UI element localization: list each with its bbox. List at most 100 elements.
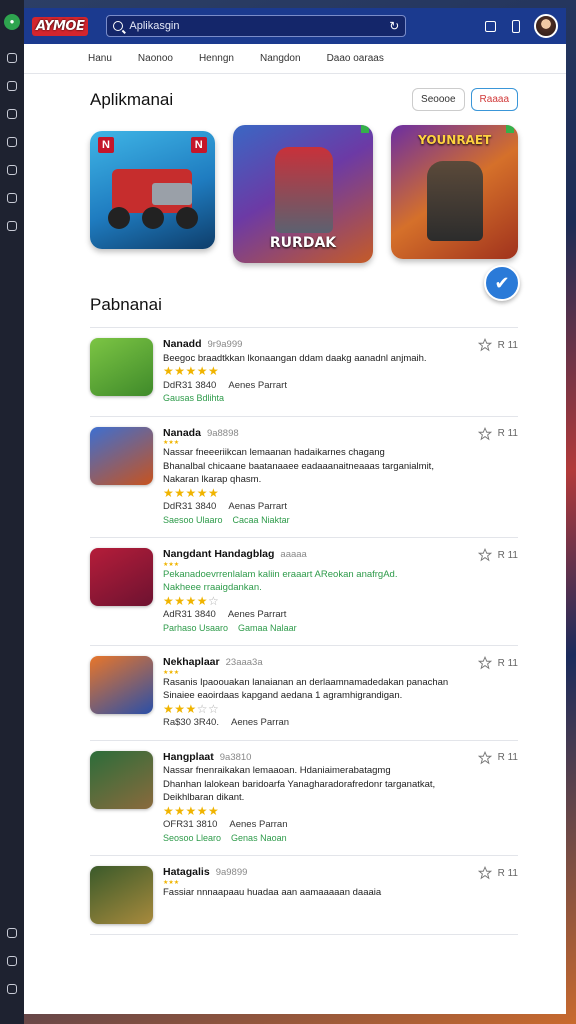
device-icon[interactable] [512, 19, 520, 33]
list-item[interactable]: Nangdant Handagblag aaaaa ★★★ Pekanadoevrre… [90, 538, 518, 646]
search-input[interactable]: Aplikasgin ↻ [106, 15, 407, 37]
rail-icon-bottom-1[interactable] [7, 928, 17, 938]
featured-card-robot[interactable]: RURDAK [232, 125, 374, 263]
app-icon[interactable] [90, 548, 153, 606]
tab-2[interactable]: Naonoo [138, 53, 173, 64]
favorite-control[interactable]: R 11 [477, 866, 518, 880]
rating-count: R 11 [497, 549, 518, 561]
list-item[interactable]: Hatagalis 9a9899 ★★★ Fassiar nnnaapaau huad… [90, 856, 518, 935]
nav-tabs: Hanu Naonoo Henngn Nangdon Daao oaraas [24, 44, 566, 74]
favorite-star-icon[interactable] [477, 866, 492, 880]
list-item[interactable]: Nanadd 9r9a999 Beegoc braadtkkan lkonaanga… [90, 328, 518, 417]
star-rating: ★★★★★ [163, 364, 220, 378]
rail-icon-6[interactable] [7, 193, 17, 203]
app-icon[interactable] [90, 866, 153, 924]
avatar[interactable] [534, 14, 558, 38]
rail-icon-7[interactable] [7, 221, 17, 231]
app-description: Bhanalbal chicaane baatanaaee eadaaanait… [163, 460, 434, 472]
favorite-control[interactable]: R 11 [477, 656, 518, 670]
rail-icon-3[interactable] [7, 109, 17, 119]
wheel-art [108, 207, 130, 229]
app-tag[interactable]: Genas Naoan [231, 833, 287, 843]
highlight-button[interactable]: Raaaa [470, 88, 518, 111]
app-tag[interactable]: Saesoo Ulaaro [163, 515, 223, 525]
app-meta: 9a8898 [206, 427, 239, 439]
tab-3[interactable]: Henngn [199, 53, 234, 64]
app-tag[interactable]: Parhaso Usaaro [163, 623, 228, 633]
featured-card-truck[interactable]: N N [90, 131, 215, 249]
list-item[interactable]: Nanada 9a8898 ★★★ Nassar fneeeriikcan lemaa… [90, 417, 518, 538]
app-launcher-icon[interactable]: ● [4, 14, 20, 30]
rail-icon-1[interactable] [7, 53, 17, 63]
app-tag[interactable]: Gamaa Nalaar [238, 623, 297, 633]
rail-icon-2[interactable] [7, 81, 17, 91]
card-banner: YOUNRAET [418, 133, 492, 147]
rail-icon-4[interactable] [7, 137, 17, 147]
rail-icon-bottom-3[interactable] [7, 984, 17, 994]
rating-count: R 11 [497, 657, 518, 669]
checkmark-icon[interactable]: ✔ [484, 265, 520, 301]
star-rating: ★★★★★ [163, 485, 220, 500]
robot-art [274, 147, 333, 233]
rail-icon-5[interactable] [7, 165, 17, 175]
favorite-control[interactable]: R 11 [477, 548, 518, 562]
app-developer[interactable]: Aenes Parrart [228, 609, 287, 620]
app-developer[interactable]: Aenas Parrart [228, 501, 287, 512]
refresh-icon[interactable]: ↻ [389, 19, 399, 33]
app-developer[interactable]: Aenes Parrart [228, 380, 287, 391]
favorite-star-icon[interactable] [477, 656, 492, 670]
price-dev-line: OFR31 3810 Aenes Parran [163, 818, 518, 832]
app-details: Hangplaat 9a3810 Nassar fnenraikakan lemaa… [163, 751, 518, 846]
list-item[interactable]: Nekhaplaar 23aaa3a ★★★ Rasanis Ipaoouakan l… [90, 646, 518, 741]
app-price: DdR31 3840 [163, 501, 217, 512]
favorite-star-icon[interactable] [477, 548, 492, 562]
card-banner: RURDAK [269, 235, 337, 251]
list-item[interactable]: Hangplaat 9a3810 Nassar fnenraikakan lemaa… [90, 741, 518, 856]
app-name[interactable]: Nekhaplaar [163, 656, 220, 668]
card-corner-right: N [190, 137, 207, 153]
tab-1[interactable]: Hanu [88, 53, 112, 64]
star-rating: ★★★★★ [163, 803, 220, 818]
favorite-control[interactable]: R 11 [477, 338, 518, 352]
app-icon[interactable] [90, 750, 153, 809]
app-meta: 9a3810 [219, 751, 252, 763]
app-name[interactable]: Hangplaat [163, 751, 214, 763]
app-name[interactable]: Hatagalis [163, 866, 210, 878]
app-icon[interactable] [90, 656, 153, 714]
tab-5[interactable]: Daao oaraas [327, 53, 384, 64]
app-meta: 23aaa3a [225, 657, 263, 668]
app-name[interactable]: Nangdant Handagblag [163, 548, 274, 560]
app-name[interactable]: Nanadd [163, 338, 202, 350]
filter-button[interactable]: Seoooe [412, 88, 465, 111]
app-tag[interactable]: Cacaa Niaktar [233, 515, 290, 525]
app-tag[interactable]: Seosoo Llearo [163, 833, 221, 843]
app-meta: 9a9899 [215, 867, 248, 878]
app-description: Fassiar nnnaapaau huadaa aan aamaaaaan d… [163, 886, 382, 898]
list-section-title: Pabnanai [90, 295, 518, 328]
featured-card-soldier[interactable]: YOUNRAET [391, 125, 518, 259]
app-description: Dhanhan lalokean baridoarfa Yanagharador… [163, 778, 436, 790]
app-price: DdR31 3840 [163, 379, 217, 391]
favorite-star-icon[interactable] [477, 426, 492, 441]
app-name[interactable]: Nanada [163, 427, 201, 439]
brand-logo[interactable]: AYMOE [32, 16, 89, 36]
favorite-star-icon[interactable] [477, 338, 492, 352]
app-developer[interactable]: Aenes Parran [231, 717, 289, 728]
favorite-control[interactable]: R 11 [477, 750, 518, 765]
app-icon[interactable] [90, 426, 153, 485]
tab-4[interactable]: Nangdon [260, 53, 301, 64]
featured-carousel: N N RURDAK YOUNRAET [90, 125, 518, 265]
app-tag[interactable]: Gausas Bdlihta [163, 393, 224, 403]
app-description: Rasanis Ipaoouakan lanaianan an derlaamn… [163, 676, 449, 688]
app-developer[interactable]: Aenes Parran [229, 819, 287, 830]
window-icon[interactable] [485, 20, 496, 32]
green-marker [361, 125, 370, 133]
price-dev-line: AdR31 3840 Aenes Parrart [163, 608, 518, 622]
price-dev-line: DdR31 3840 Aenas Parrart [163, 500, 518, 514]
featured-title: Aplikmanai [90, 89, 174, 109]
app-icon[interactable] [90, 338, 153, 396]
favorite-control[interactable]: R 11 [477, 426, 518, 441]
app-meta: 9r9a999 [207, 339, 243, 350]
favorite-star-icon[interactable] [477, 750, 492, 765]
rail-icon-bottom-2[interactable] [7, 956, 17, 966]
